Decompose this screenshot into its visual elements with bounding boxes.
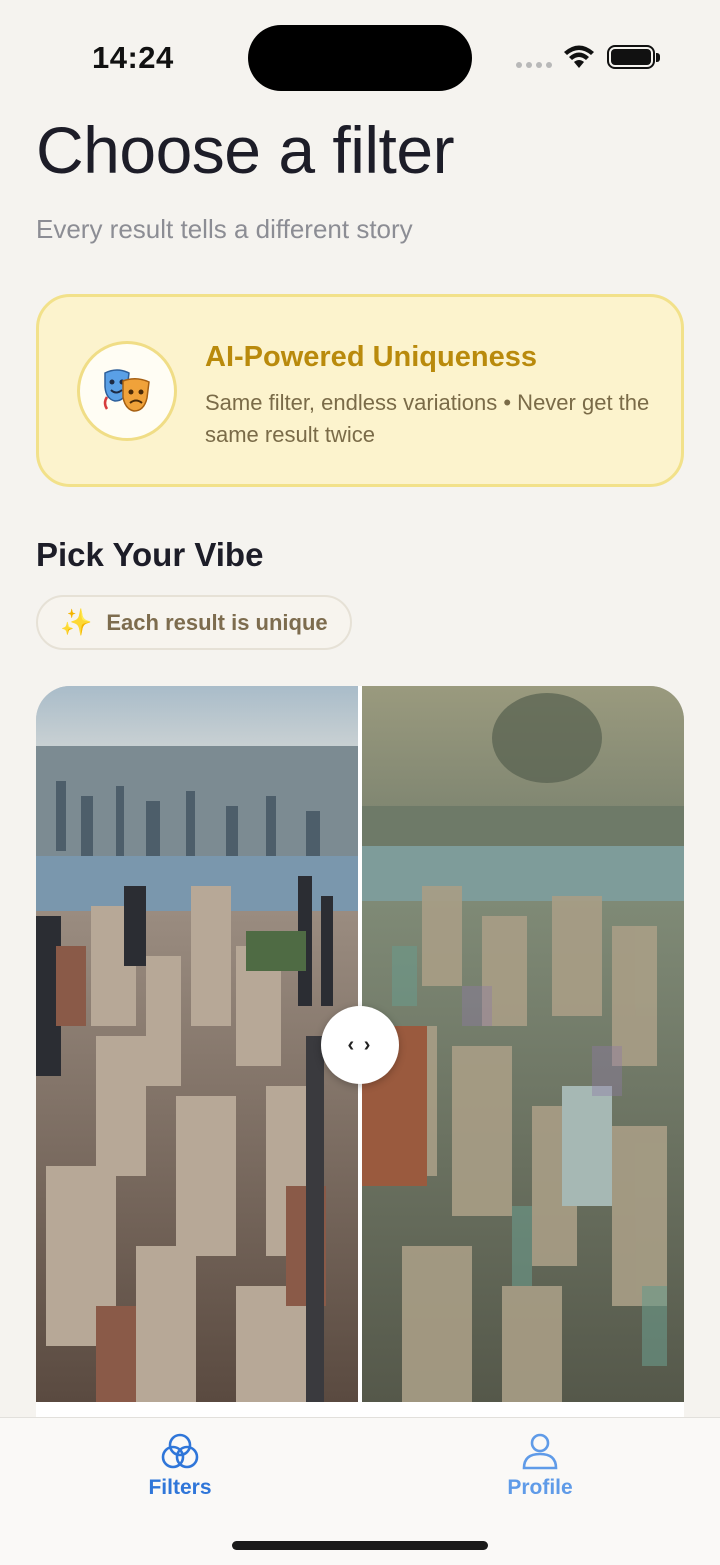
tab-filters[interactable]: Filters: [100, 1432, 260, 1500]
ai-card-description: Same filter, endless variations • Never …: [205, 390, 650, 447]
home-indicator[interactable]: [232, 1541, 488, 1550]
card-footer-strip: [36, 1402, 684, 1418]
theater-masks-icon: [103, 369, 150, 412]
split-drag-handle[interactable]: ‹ ›: [321, 1006, 399, 1084]
before-after-comparison[interactable]: ‹ ›: [36, 686, 684, 1402]
wifi-icon: [564, 45, 594, 68]
status-bar: 14:24: [0, 0, 720, 110]
chip-label: Each result is unique: [106, 609, 328, 635]
original-image: [36, 686, 358, 1402]
dynamic-island: [248, 25, 472, 91]
section-title: Pick Your Vibe: [36, 536, 264, 573]
tab-filters-label: Filters: [148, 1476, 212, 1499]
filtered-image: [362, 686, 684, 1402]
sparkles-icon: ✨: [60, 607, 93, 637]
tab-profile[interactable]: Profile: [460, 1432, 620, 1500]
ai-card-title: AI-Powered Uniqueness: [205, 341, 537, 373]
person-icon: [522, 1433, 558, 1470]
ai-uniqueness-card: AI-Powered Uniqueness Same filter, endle…: [36, 294, 684, 487]
page-title: Choose a filter: [36, 113, 455, 187]
cellular-signal-icon: [516, 62, 552, 68]
page-subtitle: Every result tells a different story: [36, 214, 413, 244]
ai-badge: [77, 341, 177, 441]
status-time: 14:24: [92, 40, 174, 75]
filters-circles-icon: [161, 1433, 199, 1469]
tab-profile-label: Profile: [507, 1476, 573, 1499]
battery-icon: [607, 45, 660, 69]
unique-result-chip: ✨ Each result is unique: [36, 595, 352, 650]
